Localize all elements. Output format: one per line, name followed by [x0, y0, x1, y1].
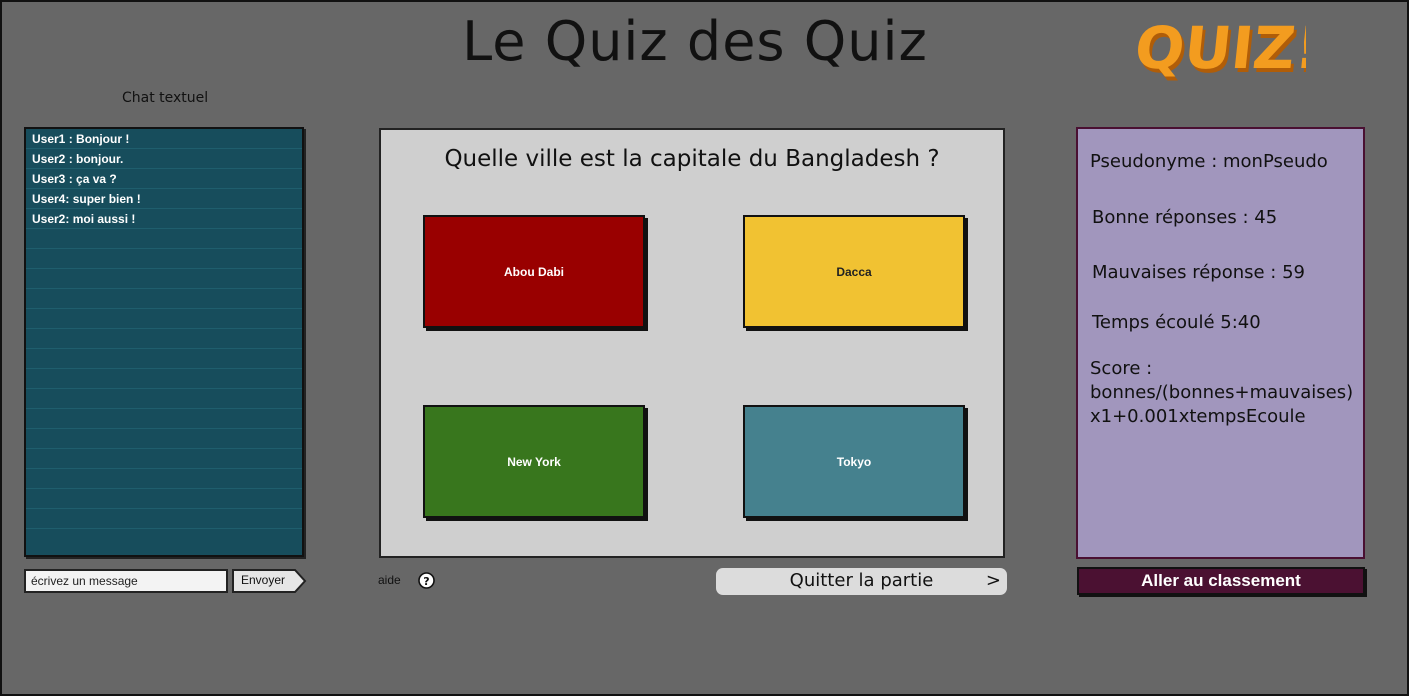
- chat-empty-line: [26, 409, 302, 429]
- quit-game-label: Quitter la partie: [789, 570, 934, 591]
- chat-message: User2 : bonjour.: [26, 149, 302, 169]
- answer-label: Tokyo: [836, 454, 872, 469]
- chat-empty-line: [26, 329, 302, 349]
- page-title: Le Quiz des Quiz: [462, 10, 928, 73]
- chat-empty-line: [26, 509, 302, 529]
- answer-label: Abou Dabi: [504, 264, 564, 279]
- help-label: aide: [378, 573, 401, 587]
- chat-empty-line: [26, 369, 302, 389]
- chat-empty-line: [26, 249, 302, 269]
- answer-label: Dacca: [836, 264, 872, 279]
- chat-empty-line: [26, 429, 302, 449]
- chat-empty-line: [26, 309, 302, 329]
- score-label: Score :: [1090, 358, 1153, 379]
- chat-empty-line: [26, 349, 302, 369]
- ranking-button[interactable]: Aller au classement: [1077, 567, 1365, 595]
- chat-empty-line: [26, 229, 302, 249]
- score-formula-line: x1+0.001xtempsEcoule: [1090, 406, 1306, 427]
- answer-button-4[interactable]: Tokyo: [743, 405, 965, 518]
- chat-message-input[interactable]: écrivez un message: [24, 569, 228, 593]
- answer-button-1[interactable]: Abou Dabi: [423, 215, 645, 328]
- chat-empty-line: [26, 389, 302, 409]
- answer-button-2[interactable]: Dacca: [743, 215, 965, 328]
- chat-message: User4: super bien !: [26, 189, 302, 209]
- answer-label: New York: [507, 454, 561, 469]
- chat-message: User3 : ça va ?: [26, 169, 302, 189]
- send-button-label: Envoyer: [241, 573, 286, 587]
- bad-answers-text: Mauvaises réponse : 59: [1092, 262, 1305, 283]
- chat-empty-line: [26, 289, 302, 309]
- send-button[interactable]: Envoyer: [231, 569, 307, 593]
- score-formula-line: bonnes/(bonnes+mauvaises): [1090, 382, 1354, 403]
- pseudonym-text: Pseudonyme : monPseudo: [1090, 151, 1328, 172]
- elapsed-time-text: Temps écoulé 5:40: [1092, 312, 1261, 333]
- chat-label: Chat textuel: [122, 90, 209, 106]
- chat-empty-line: [26, 489, 302, 509]
- chat-message: User1 : Bonjour !: [26, 129, 302, 149]
- score-formula: Score : bonnes/(bonnes+mauvaises) x1+0.0…: [1090, 357, 1353, 429]
- question-panel: Quelle ville est la capitale du Banglade…: [379, 128, 1005, 558]
- chat-panel: User1 : Bonjour ! User2 : bonjour. User3…: [24, 127, 304, 557]
- svg-text:?: ?: [423, 575, 429, 588]
- chat-empty-line: [26, 269, 302, 289]
- chat-empty-line: [26, 449, 302, 469]
- quit-game-button[interactable]: Quitter la partie >: [716, 568, 1007, 595]
- chat-empty-line: [26, 469, 302, 489]
- player-stats-panel: Pseudonyme : monPseudo Bonne réponses : …: [1076, 127, 1365, 559]
- chevron-right-icon: >: [985, 570, 1001, 591]
- good-answers-text: Bonne réponses : 45: [1092, 207, 1278, 228]
- question-text: Quelle ville est la capitale du Banglade…: [444, 146, 940, 172]
- chat-message: User2: moi aussi !: [26, 209, 302, 229]
- logo-text: QUIZ!: [1136, 14, 1306, 82]
- answer-button-3[interactable]: New York: [423, 405, 645, 518]
- quiz-logo: QUIZ! QUIZ!: [1132, 12, 1328, 86]
- help-icon[interactable]: ?: [418, 572, 435, 589]
